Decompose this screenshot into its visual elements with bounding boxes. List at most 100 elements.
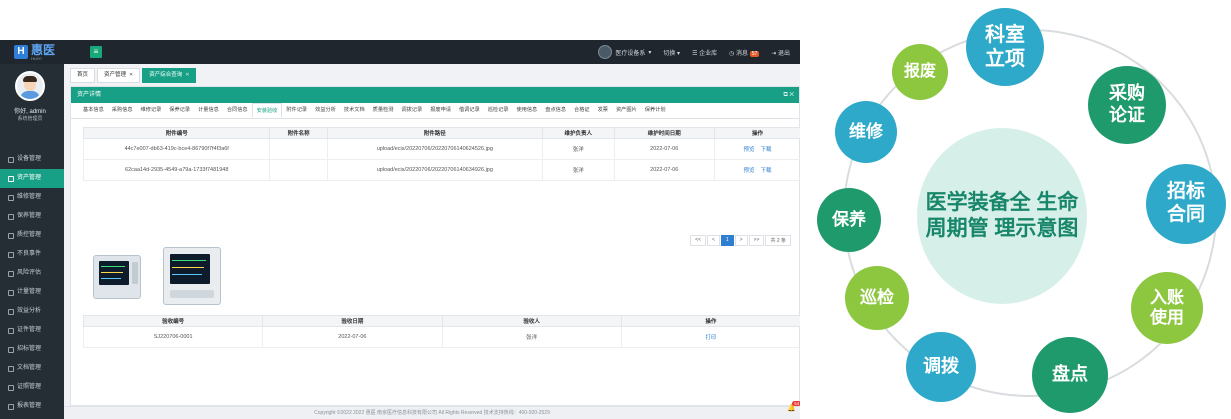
sidebar-item-label: 报表管理 [17,403,42,409]
page-tab-label: 资产管理 [104,72,127,78]
subtab-5[interactable]: 合同信息 [223,103,252,118]
subtab-16[interactable]: 盘点信息 [541,103,570,118]
subtab-15[interactable]: 使用信息 [512,103,541,118]
subtab-14[interactable]: 巡检记录 [484,103,513,118]
close-icon[interactable]: ✕ [129,69,133,82]
app-logo[interactable]: H 惠医 HUIYI [14,42,56,61]
cell-actions: 预览 下载 [713,159,800,181]
logout-link[interactable]: ⇥ 退出 [771,48,790,57]
preview-link[interactable]: 预览 [743,168,754,174]
subtab-13[interactable]: 借调记录 [455,103,484,118]
download-link[interactable]: 下载 [760,147,771,153]
center-line-3: 理示意图 [994,217,1079,240]
sidebar-item-2[interactable]: 维修管理 [0,188,64,207]
sidebar-item-3[interactable]: 保养管理 [0,207,64,226]
pager-item-0[interactable]: << [690,235,706,246]
sidebar-item-label: 不良事件 [17,251,42,257]
chevron-down-icon: ▾ [648,49,652,56]
menu-item-icon [8,156,14,163]
lifecycle-node-8: 维修 [835,101,897,163]
preview-link[interactable]: 预览 [743,147,754,153]
sidebar-item-6[interactable]: 风险评估 [0,264,64,283]
sidebar-item-1[interactable]: 资产管理 [0,169,64,188]
menu-item-icon [8,327,14,334]
logo-text: 惠医 [31,42,56,57]
sidebar-item-0[interactable]: 设备管理 [0,150,64,169]
composite-figure: H 惠医 HUIYI ≡ 医疗设备系 ▾ 切换 ▾ ☰ 企业库 ◷ 消息 57 … [0,0,1231,419]
pager-item-2[interactable]: 1 [720,235,734,246]
sidebar-item-7[interactable]: 计量管理 [0,283,64,302]
subtab-6[interactable]: 安装验收 [251,103,283,118]
sidebar-item-label: 资产管理 [17,175,42,181]
subtab-0[interactable]: 基本信息 [79,103,108,118]
print-link[interactable]: 打印 [705,335,716,341]
logout-label: 退出 [777,50,790,57]
node-label-line: 招标 [1166,181,1205,203]
subtab-11[interactable]: 调拨记录 [397,103,426,118]
sidebar-item-8[interactable]: 效益分析 [0,302,64,321]
subtab-19[interactable]: 资产图片 [612,103,641,118]
pager-item-1[interactable]: < [706,235,720,246]
sidebar-item-12[interactable]: 证照管理 [0,378,64,397]
page-tab-0[interactable]: 首页 [70,68,96,83]
subtab-4[interactable]: 计量信息 [194,103,223,118]
table-row: SJ220706-0001 2022-07-06 张洋 打印 [82,326,800,348]
user-menu-label: 医疗设备系 [615,50,646,57]
close-icon[interactable]: ✕ [185,69,189,82]
subtab-8[interactable]: 效益分析 [311,103,340,118]
menu-item-icon [8,403,14,410]
switch-label: 切换 [663,50,676,57]
notification-bell[interactable]: 🔔 54 [787,401,800,412]
subtab-9[interactable]: 技术文档 [340,103,369,118]
menu-toggle-button[interactable]: ≡ [90,46,102,58]
panel-title: 资产详情 [77,92,102,98]
sidebar-item-10[interactable]: 招标管理 [0,340,64,359]
query-link[interactable]: ☰ 企业库 [692,48,717,57]
panel-controls[interactable]: ⧉ ✕ [783,87,794,103]
node-label-line: 调拨 [923,356,959,377]
cell-owner: 张洋 [541,159,615,181]
page-tab-1[interactable]: 资产管理 ✕ [97,68,141,83]
asset-detail-panel: 资产详情 ⧉ ✕ 基本信息 采购信息 维修记录 保养记录 计量信息 合同信息 安装验收 附件记… [70,86,800,406]
sidebar-menu: 设备管理资产管理维修管理 保养管理 质控管理不良事件风险评估 计量管理 效益分析 证件管理… [0,150,64,419]
message-label: 消息 [736,50,749,57]
subtab-3[interactable]: 保养记录 [165,103,194,118]
sidebar-item-9[interactable]: 证件管理 [0,321,64,340]
sidebar-item-label: 设备管理 [17,156,42,162]
pager-item-4[interactable]: >> [748,235,765,246]
menu-item-icon [8,194,14,201]
user-menu[interactable]: 医疗设备系 ▾ [598,45,651,59]
avatar [15,71,45,101]
subtab-1[interactable]: 采购信息 [108,103,137,118]
sidebar-item-11[interactable]: 文档管理 [0,359,64,378]
menu-item-icon [8,251,14,258]
subtab-20[interactable]: 保养计划 [641,103,670,118]
cell-date: 2022-07-06 [262,326,443,348]
message-link[interactable]: ◷ 消息 57 [729,48,760,57]
sidebar-item-13[interactable]: 报表管理 [0,397,64,416]
cell-date: 2022-07-06 [613,159,715,181]
sidebar-item-5[interactable]: 不良事件 [0,245,64,264]
pager-item-5[interactable]: 共 2 条 [765,235,791,246]
lifecycle-node-4: 盘点 [1032,337,1108,413]
download-link[interactable]: 下载 [760,168,771,174]
lifecycle-node-1: 采购 论证 [1088,66,1166,144]
subtab-10[interactable]: 质量检测 [369,103,398,118]
attachment-col-header: 维护负责人 [541,127,615,139]
center-line-1: 医学装备全 [925,190,1031,214]
page-tab-2[interactable]: 资产综合查询 ✕ [142,68,197,83]
patient-monitor-image-2[interactable] [163,247,221,305]
subtab-2[interactable]: 维修记录 [137,103,166,118]
patient-monitor-image-1[interactable] [93,255,141,299]
main-content: 首页 资产管理 ✕ 资产综合查询 ✕ 资产详情 ⧉ ✕ 基本信息 采购信息 维修记录 保养记录… [64,64,800,419]
menu-item-icon [8,232,14,239]
subtab-7[interactable]: 附件记录 [282,103,311,118]
subtab-18[interactable]: 发票 [594,103,612,118]
subtab-12[interactable]: 报废申请 [426,103,455,118]
switch-menu[interactable]: 切换 ▾ [663,48,680,57]
subtab-17[interactable]: 合格证 [570,103,594,118]
page-tab-label: 首页 [77,72,89,78]
pager-item-3[interactable]: > [734,235,748,246]
sidebar-item-4[interactable]: 质控管理 [0,226,64,245]
acceptance-col-header: 验收编号 [82,315,264,327]
